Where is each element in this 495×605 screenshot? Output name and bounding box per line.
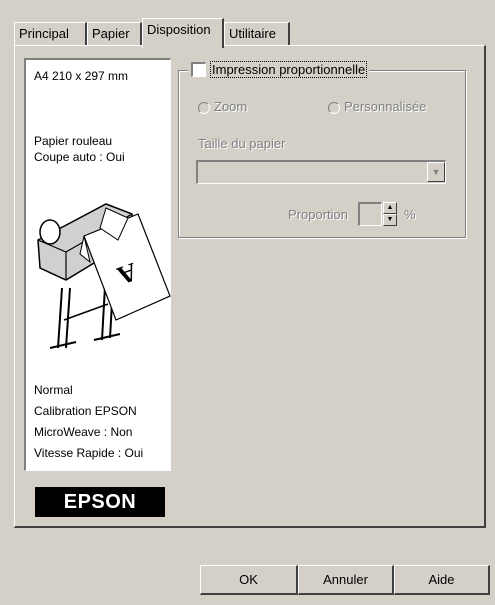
setting-calibration: Calibration EPSON (34, 404, 137, 418)
percent-sign: % (404, 207, 416, 222)
custom-label: Personnalisée (344, 99, 427, 114)
spin-up-icon[interactable]: ▲ (383, 202, 397, 214)
settings-list: Normal Calibration EPSON MicroWeave : No… (34, 380, 143, 464)
chevron-down-icon[interactable]: ▼ (427, 162, 445, 182)
paper-size-select[interactable]: ▼ (196, 160, 446, 184)
zoom-radio[interactable] (198, 102, 210, 114)
tab-label: Disposition (147, 22, 211, 37)
tab-label: Principal (19, 26, 69, 41)
printer-preview: A4 210 x 297 mm Papier rouleau Coupe aut… (24, 58, 171, 471)
custom-radio[interactable] (328, 102, 340, 114)
proportion-input[interactable] (358, 202, 382, 226)
tab-label: Papier (92, 26, 130, 41)
setting-quality: Normal (34, 383, 73, 397)
proportion-label: Proportion (288, 207, 348, 222)
auto-cut-text: Coupe auto : Oui (34, 150, 125, 164)
ok-button[interactable]: OK (200, 565, 298, 595)
paper-source-text: Papier rouleau (34, 134, 113, 148)
paper-size-label: Taille du papier (198, 136, 286, 151)
proportional-label: Impression proportionnelle (210, 61, 368, 78)
printer-illustration: A (37, 203, 171, 349)
epson-logo: EPSON (35, 487, 165, 517)
tab-principal[interactable]: Principal (14, 22, 87, 46)
paper-size-text: A4 210 x 297 mm (34, 69, 129, 83)
spin-down-icon[interactable]: ▼ (383, 214, 397, 226)
tab-disposition[interactable]: Disposition (142, 18, 224, 48)
tab-label: Utilitaire (229, 26, 276, 41)
tab-papier[interactable]: Papier (87, 22, 142, 46)
setting-microweave: MicroWeave : Non (34, 425, 133, 439)
proportional-label-row: Impression proportionnelle (188, 61, 370, 79)
setting-high-speed: Vitesse Rapide : Oui (34, 446, 144, 460)
zoom-label: Zoom (214, 99, 248, 114)
tab-utilitaire[interactable]: Utilitaire (224, 22, 290, 46)
cancel-button[interactable]: Annuler (298, 565, 394, 595)
help-button[interactable]: Aide (394, 565, 490, 595)
proportional-checkbox[interactable] (191, 62, 206, 77)
